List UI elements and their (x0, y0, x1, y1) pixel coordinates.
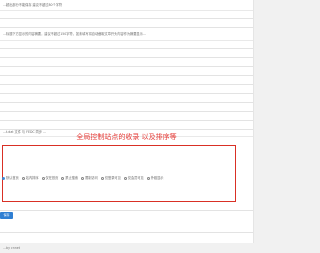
field-input-12[interactable] (0, 202, 253, 211)
summary-input[interactable] (0, 40, 253, 49)
option-restrict[interactable]: 限制访问 (81, 175, 98, 181)
option-label: 仅会员可见 (127, 176, 144, 180)
radio-icon[interactable] (61, 176, 65, 180)
option-no-search[interactable]: 禁止搜索 (61, 175, 78, 181)
option-label: 默认首页 (6, 176, 19, 180)
option-label: 禁止搜索 (65, 176, 79, 180)
index-options-group: 默认首页 站内排序 仅在首页 禁止搜索 限制访问 仅登录可见 仅会员可见 外链显… (2, 175, 242, 181)
field-input-3[interactable] (0, 49, 253, 58)
field-input-7[interactable] (0, 85, 253, 94)
field-input-8[interactable] (0, 94, 253, 103)
subtitle-input[interactable] (0, 19, 253, 28)
radio-icon[interactable] (21, 176, 25, 180)
annotation-text: 全局控制站点的收录 以及排序等 (76, 133, 177, 141)
option-external[interactable]: 外链显示 (146, 175, 164, 181)
radio-icon[interactable] (41, 176, 45, 180)
option-label: 外链显示 (150, 176, 164, 180)
title-input[interactable] (0, 10, 253, 19)
option-label: 仅在首页 (45, 176, 59, 180)
radio-icon[interactable] (81, 176, 85, 180)
settings-panel: ...超出部分不能保存 建议不超过80个字符 ...标题下方显示的内容摘要，建议… (0, 0, 254, 243)
divider (0, 224, 253, 233)
save-button[interactable]: 保存 (0, 212, 13, 219)
option-label: 限制访问 (85, 176, 98, 180)
footer-text: ...by cnnet (3, 246, 20, 250)
option-site-sort[interactable]: 站内排序 (21, 175, 39, 181)
field-input-6[interactable] (0, 76, 253, 85)
field-input-5[interactable] (0, 67, 253, 76)
radio-icon[interactable] (2, 176, 5, 180)
field-input-9[interactable] (0, 103, 253, 112)
radio-icon[interactable] (146, 176, 150, 180)
annotation-box (2, 145, 236, 202)
summary-hint-text: ...标题下方显示的内容摘要，建议不超过150字符，如未填写将自动截取文章开头内… (3, 32, 146, 36)
option-label: 仅登录可见 (104, 176, 121, 180)
option-default-home[interactable]: 默认首页 (2, 175, 19, 181)
field-input-10[interactable] (0, 112, 253, 121)
option-login-only[interactable]: 仅登录可见 (100, 175, 121, 181)
footer: ...by cnnet (0, 243, 253, 253)
title-hint-text: ...超出部分不能保存 建议不超过80个字符 (3, 3, 63, 7)
option-home-only[interactable]: 仅在首页 (41, 175, 59, 181)
field-input-4[interactable] (0, 58, 253, 67)
option-member-only[interactable]: 仅会员可见 (123, 175, 144, 181)
radio-icon[interactable] (100, 176, 104, 180)
radio-icon[interactable] (123, 176, 127, 180)
option-label: 站内排序 (25, 176, 39, 180)
